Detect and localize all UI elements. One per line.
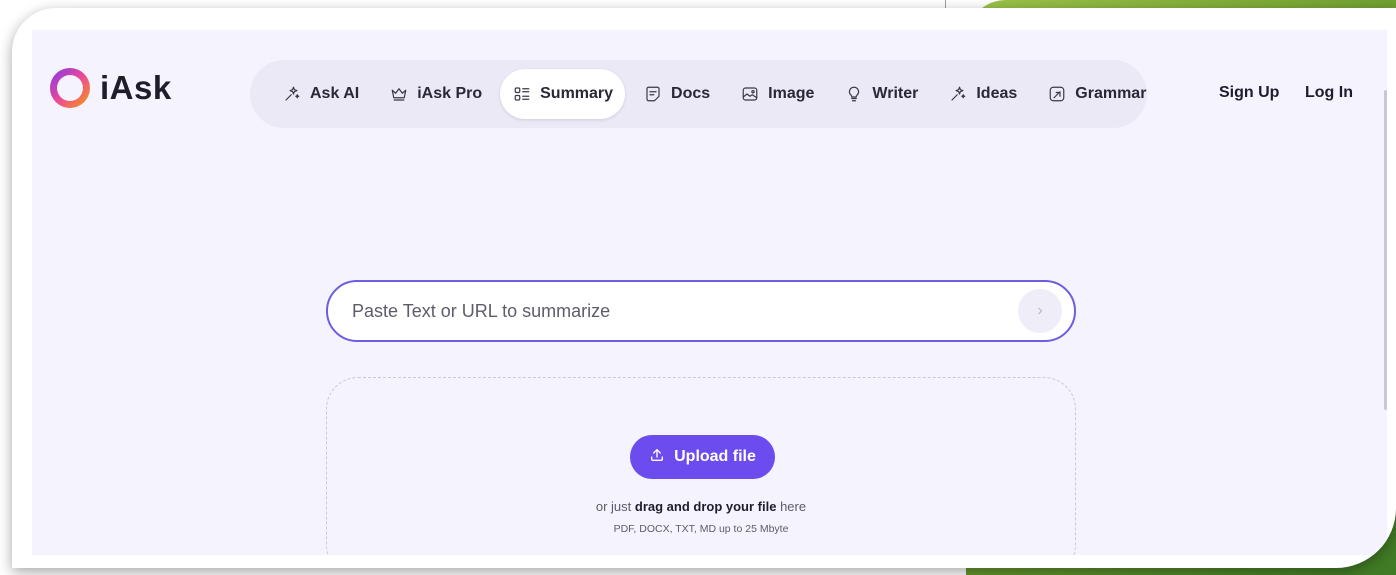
hint-prefix: or just <box>595 499 635 514</box>
nav-item-docs[interactable]: Docs <box>631 69 722 119</box>
main-nav: Ask AI iAsk Pro Summary Docs Image Write… <box>250 60 1147 128</box>
nav-item-ask-ai[interactable]: Ask AI <box>270 69 371 119</box>
lightbulb-icon <box>844 84 864 104</box>
hint-bold: drag and drop your file <box>634 499 777 514</box>
chevron-right-icon: › <box>1037 302 1043 319</box>
nav-item-label: Docs <box>671 85 711 102</box>
nav-item-grammar[interactable]: Grammar <box>1035 69 1158 119</box>
nav-item-ideas[interactable]: Ideas <box>936 69 1029 119</box>
sparkles-icon <box>948 84 968 104</box>
nav-item-label: Ideas <box>976 85 1018 102</box>
nav-item-label: Writer <box>872 85 919 102</box>
nav-item-label: Grammar <box>1075 85 1147 102</box>
image-icon <box>740 84 760 104</box>
crown-icon <box>389 84 409 104</box>
sparkles-icon <box>282 84 302 104</box>
hint-suffix: here <box>776 499 807 514</box>
nav-item-iask-pro[interactable]: iAsk Pro <box>377 69 494 119</box>
upload-button-label: Upload file <box>674 448 756 465</box>
document-icon <box>643 84 663 104</box>
nav-item-label: Ask AI <box>310 85 360 102</box>
summarize-search-bar: › <box>326 280 1076 342</box>
nav-item-summary[interactable]: Summary <box>500 69 626 119</box>
logo-text: iAsk <box>100 69 172 106</box>
nav-item-label: iAsk Pro <box>417 85 483 102</box>
page: iAsk Ask AI iAsk Pro Summary Docs Image … <box>32 30 1387 555</box>
scrollbar[interactable] <box>1384 90 1387 410</box>
list-icon <box>512 84 532 104</box>
feather-icon <box>1047 84 1067 104</box>
summarize-input[interactable] <box>350 299 994 323</box>
screenshot-card: iAsk Ask AI iAsk Pro Summary Docs Image … <box>12 8 1396 568</box>
submit-button[interactable]: › <box>1018 289 1062 333</box>
log-in-link[interactable]: Log In <box>1305 84 1353 102</box>
logo-ring-icon <box>50 68 90 108</box>
nav-item-image[interactable]: Image <box>728 69 826 119</box>
nav-item-writer[interactable]: Writer <box>832 69 930 119</box>
supported-formats: PDF, DOCX, TXT, MD up to 25 Mbyte <box>613 523 789 535</box>
logo[interactable]: iAsk <box>50 68 172 108</box>
upload-file-button[interactable]: Upload file <box>630 435 775 479</box>
drag-drop-hint: or just drag and drop your file here <box>327 499 1075 514</box>
sign-up-link[interactable]: Sign Up <box>1219 84 1279 102</box>
upload-icon <box>649 447 665 468</box>
nav-item-label: Image <box>768 85 815 102</box>
nav-item-label: Summary <box>540 85 614 102</box>
file-dropzone[interactable]: Upload file or just drag and drop your f… <box>326 377 1076 555</box>
